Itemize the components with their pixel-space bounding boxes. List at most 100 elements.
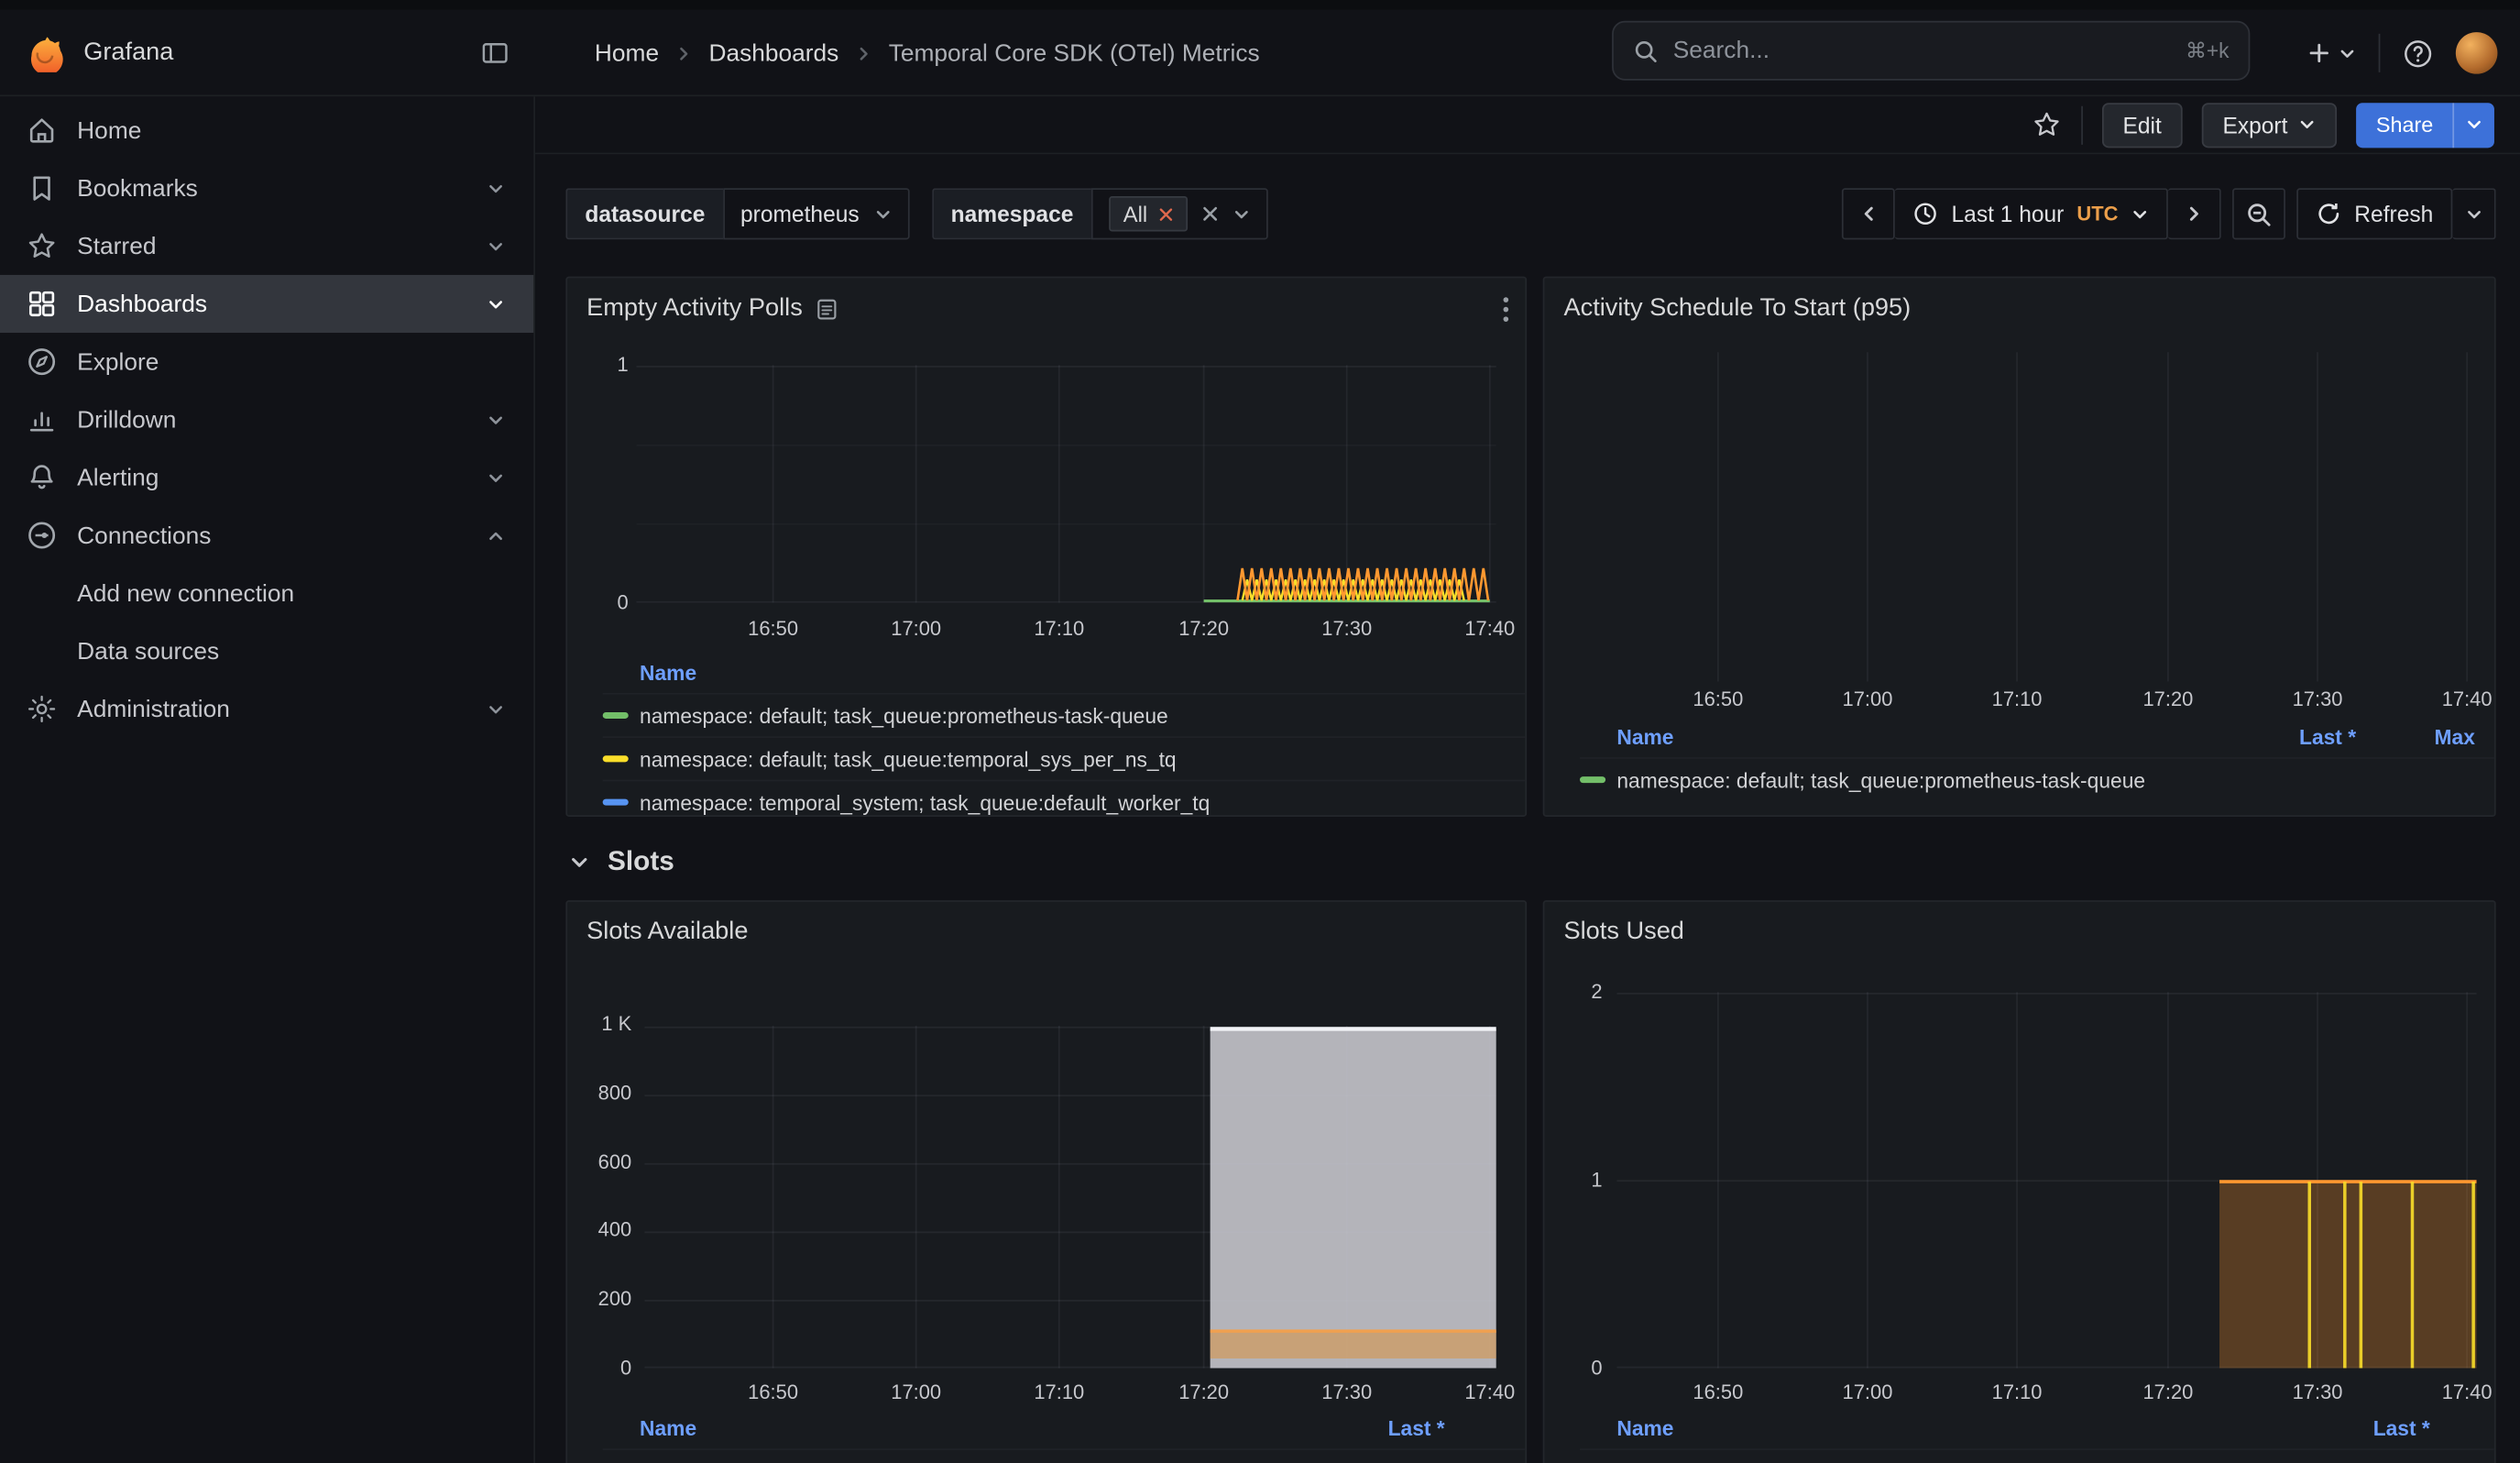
x-tick-label: 17:20 [2142,1381,2193,1404]
legend-row[interactable] [1580,1448,2494,1463]
grafana-logo-icon[interactable] [26,34,64,72]
breadcrumb-dashboards[interactable]: Dashboards [708,39,838,67]
chevron-down-icon [569,852,590,873]
series-swatch [603,799,629,805]
sidebar-item-administration[interactable]: Administration [0,680,533,738]
sidebar-item-alerting[interactable]: Alerting [0,448,533,506]
legend-name-column[interactable]: Name [1616,724,2260,748]
legend-row[interactable] [603,1448,1526,1463]
chevron-down-icon[interactable] [479,468,511,486]
legend-header: Name [603,651,1526,693]
sidebar-item-dashboards[interactable]: Dashboards [0,275,533,333]
series-swatch [603,756,629,762]
breadcrumb-home[interactable]: Home [595,39,659,67]
panel-menu-icon[interactable] [1503,296,1509,324]
breadcrumb-separator-icon [855,44,872,61]
legend-last-column[interactable]: Last * [2260,724,2356,748]
sidebar-item-data-sources[interactable]: Data sources [0,622,533,680]
x-tick-label: 17:00 [891,1381,941,1404]
edit-button[interactable]: Edit [2102,102,2183,147]
y-tick-label: 400 [567,1217,631,1243]
compass-icon [26,346,58,378]
legend-row[interactable]: namespace: temporal_system; task_queue:d… [603,780,1526,816]
help-icon[interactable] [2403,38,2433,68]
y-tick-label: 1 K [567,1011,631,1037]
datasource-select[interactable]: prometheus [723,188,909,239]
chevron-right-icon [2184,204,2203,224]
legend-row[interactable]: namespace: default; task_queue:prometheu… [603,693,1526,736]
new-button[interactable] [2306,40,2356,66]
chevron-up-icon[interactable] [479,526,511,544]
time-back-button[interactable] [1842,188,1895,239]
panel-header[interactable]: Activity Schedule To Start (p95) [1544,278,2494,339]
refresh-button[interactable]: Refresh [2296,188,2452,239]
legend-header: Name Last * Max [1580,715,2494,757]
x-axis: 16:50 17:00 17:10 17:20 17:30 17:40 [1544,1381,2494,1407]
row-title: Slots [608,846,674,878]
legend-max-column[interactable]: Max [2356,724,2475,748]
chip-close-icon[interactable] [1158,206,1173,221]
dashboard-toolbar: Edit Export Share [535,96,2520,154]
timeseries-plot[interactable] [637,365,1496,603]
row-slots[interactable]: Slots [569,836,674,887]
legend: Name Last * Max namespace: default; task… [1544,715,2494,815]
panel-header[interactable]: Empty Activity Polls [567,278,1525,339]
sidebar-item-explore[interactable]: Explore [0,333,533,390]
top-right-actions [2306,10,2498,97]
x-tick-label: 17:40 [1464,1381,1515,1404]
chevron-down-icon[interactable] [479,700,511,718]
sidebar-item-bookmarks[interactable]: Bookmarks [0,160,533,217]
sidebar-item-add-new-connection[interactable]: Add new connection [0,565,533,622]
sidebar-item-home[interactable]: Home [0,101,533,159]
legend-name-column[interactable]: Name [1616,1415,2333,1439]
chevron-down-icon [873,205,891,223]
chevron-down-icon[interactable] [479,180,511,197]
sidebar-item-starred[interactable]: Starred [0,217,533,275]
sidebar-item-connections[interactable]: Connections [0,506,533,564]
series-label: namespace: default; task_queue:prometheu… [640,703,1168,727]
clear-all-icon[interactable] [1202,205,1219,222]
search-input[interactable] [1673,37,2172,64]
legend-last-column[interactable]: Last * [2334,1415,2430,1439]
legend-name-column[interactable]: Name [640,1415,1348,1439]
legend-row[interactable]: namespace: default; task_queue:temporal_… [603,736,1526,779]
refresh-interval-button[interactable] [2452,188,2495,239]
timeseries-plot[interactable] [1616,992,2476,1368]
time-range-button[interactable]: Last 1 hour UTC [1895,188,2168,239]
x-tick-label: 16:50 [1693,688,1743,711]
namespace-select[interactable]: All [1091,188,1268,239]
namespace-value-chip[interactable]: All [1109,196,1188,232]
refresh-icon [2316,201,2341,226]
legend-row[interactable]: namespace: default; task_queue:prometheu… [1580,757,2494,800]
legend-header: Name Last * [603,1407,1526,1449]
x-tick-label: 17:10 [1034,617,1084,640]
y-tick-label: 1 [567,352,629,378]
avatar[interactable] [2456,32,2498,74]
x-tick-label: 17:10 [1992,688,2043,711]
timeseries-plot[interactable] [644,1026,1496,1369]
dock-sidebar-icon[interactable] [480,38,509,68]
share-menu-button[interactable] [2452,102,2494,147]
time-forward-button[interactable] [2168,188,2221,239]
timeseries-plot[interactable] [1544,352,2495,682]
series-area-gray [1211,1028,1496,1368]
timezone-label: UTC [2076,203,2118,226]
panel-header[interactable]: Slots Used [1544,902,2494,963]
search-box[interactable]: ⌘+k [1612,21,2250,81]
export-button[interactable]: Export [2202,102,2338,147]
divider [2379,34,2381,72]
sidebar-item-drilldown[interactable]: Drilldown [0,390,533,448]
chevron-down-icon[interactable] [479,295,511,313]
legend-last-column[interactable]: Last * [1348,1415,1444,1439]
time-range-label: Last 1 hour [1952,201,2065,226]
zoom-out-button[interactable] [2232,188,2285,239]
star-icon[interactable] [2032,109,2062,139]
chevron-down-icon[interactable] [479,411,511,428]
legend-name-column[interactable]: Name [640,660,1525,684]
panel-header[interactable]: Slots Available [567,902,1525,963]
drilldown-icon [26,403,58,435]
panel-description-icon[interactable] [816,297,839,321]
share-button[interactable]: Share [2357,102,2452,147]
x-tick-label: 17:00 [1843,1381,1893,1404]
chevron-down-icon[interactable] [479,237,511,255]
